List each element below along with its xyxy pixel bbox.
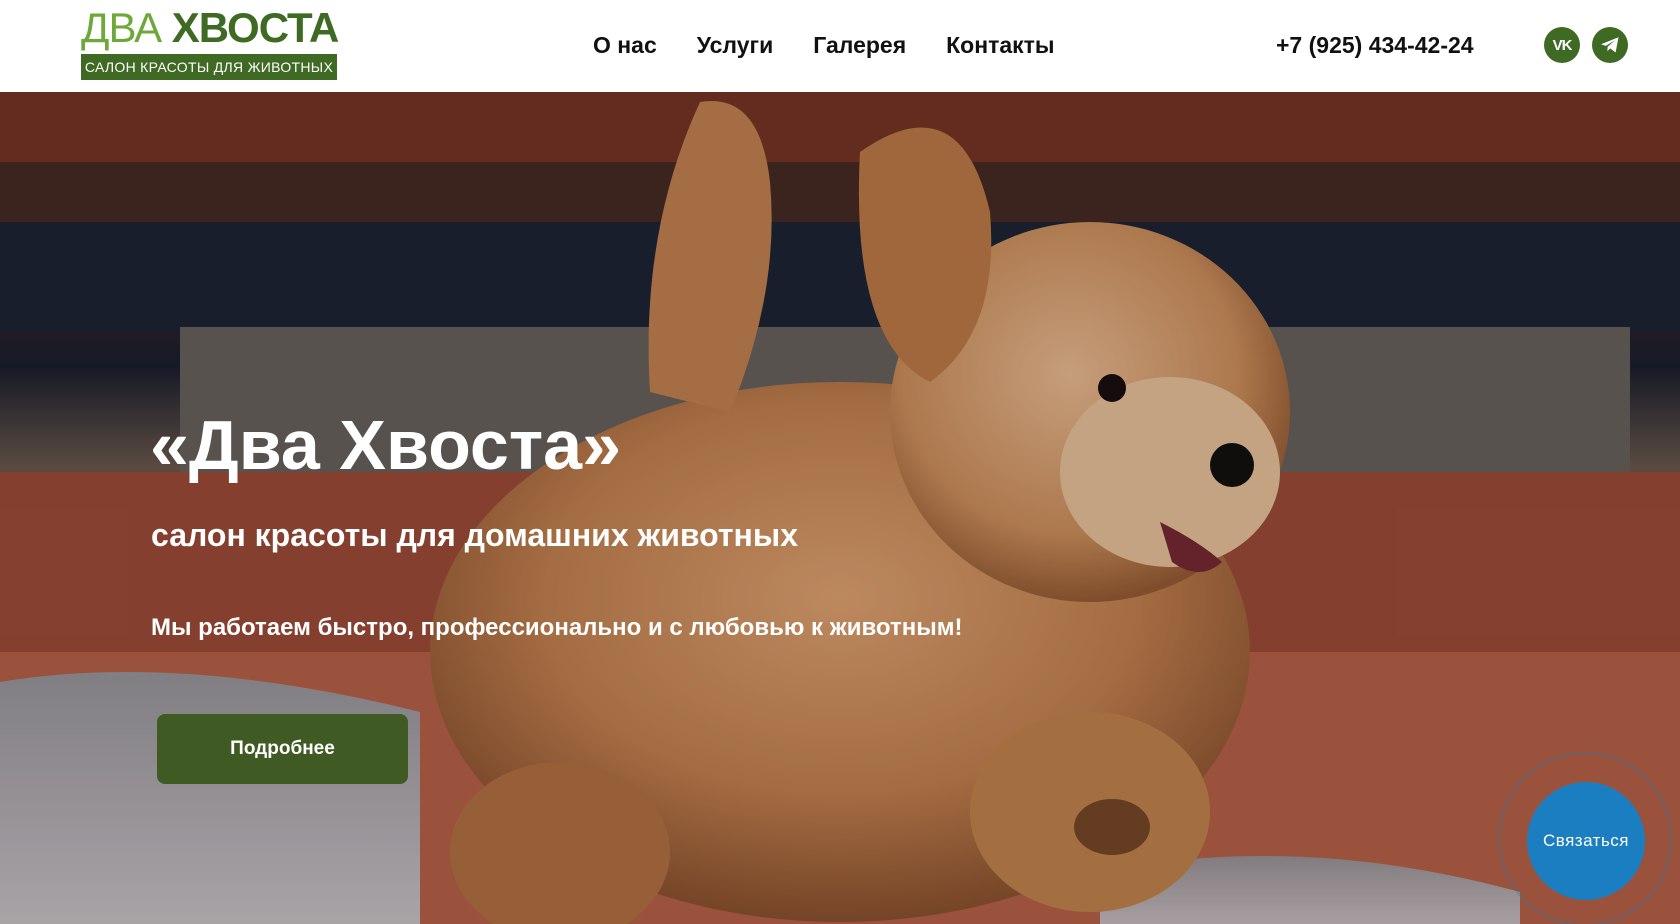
vk-button[interactable]: VK <box>1544 27 1580 63</box>
telegram-icon <box>1601 37 1619 53</box>
contact-widget-button[interactable]: Связаться <box>1527 782 1645 900</box>
hero-title: «Два Хвоста» <box>150 406 621 484</box>
telegram-button[interactable] <box>1592 27 1628 63</box>
main-nav: О нас Услуги Галерея Контакты <box>593 28 1055 62</box>
logo-title: ДВА ХВОСТА <box>81 4 340 51</box>
nav-item-contacts[interactable]: Контакты <box>946 28 1054 62</box>
logo-title-part2: ХВОСТА <box>171 4 340 51</box>
hero-subtitle: салон красоты для домашних животных <box>151 517 798 553</box>
nav-item-services[interactable]: Услуги <box>697 28 773 62</box>
logo-subtitle: САЛОН КРАСОТЫ ДЛЯ ЖИВОТНЫХ <box>81 54 337 80</box>
more-button[interactable]: Подробнее <box>157 714 408 784</box>
logo-title-part1: ДВА <box>81 4 162 51</box>
vk-icon: VK <box>1552 36 1573 54</box>
hero-overlay <box>0 92 1680 924</box>
phone-number[interactable]: +7 (925) 434-42-24 <box>1276 28 1474 62</box>
logo[interactable]: ДВА ХВОСТА САЛОН КРАСОТЫ ДЛЯ ЖИВОТНЫХ <box>81 4 340 80</box>
nav-item-gallery[interactable]: Галерея <box>813 28 906 62</box>
site-header: ДВА ХВОСТА САЛОН КРАСОТЫ ДЛЯ ЖИВОТНЫХ О … <box>0 0 1680 92</box>
hero-section: «Два Хвоста» салон красоты для домашних … <box>0 92 1680 924</box>
hero-description: Мы работаем быстро, профессионально и с … <box>151 614 963 641</box>
nav-item-about[interactable]: О нас <box>593 28 657 62</box>
